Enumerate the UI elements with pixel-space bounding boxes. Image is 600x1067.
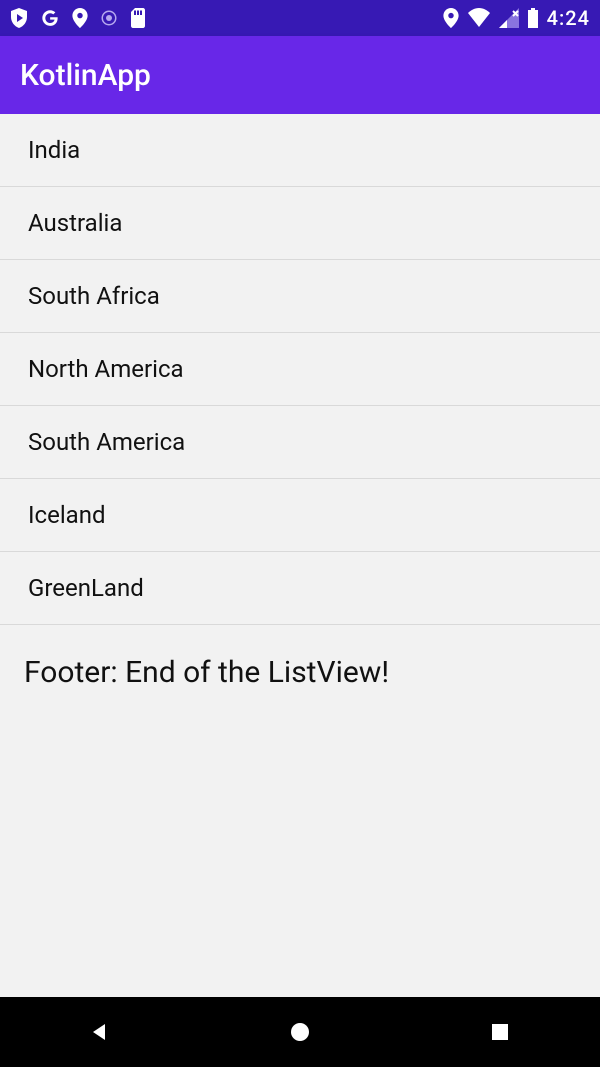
- nav-bar: [0, 997, 600, 1067]
- list-footer: Footer: End of the ListView!: [0, 625, 600, 714]
- home-circle-icon: [288, 1020, 312, 1044]
- list-item[interactable]: South Africa: [0, 260, 600, 333]
- recent-square-icon: [489, 1021, 511, 1043]
- nav-home-button[interactable]: [280, 1012, 320, 1052]
- cell-signal-icon: [499, 8, 519, 28]
- back-triangle-icon: [88, 1020, 112, 1044]
- list-item[interactable]: South America: [0, 406, 600, 479]
- status-bar-time: 4:24: [547, 6, 590, 30]
- location-pin-icon: [72, 8, 88, 28]
- list-item[interactable]: Iceland: [0, 479, 600, 552]
- status-bar: 4:24: [0, 0, 600, 36]
- circle-burst-icon: [100, 9, 118, 27]
- app-title: KotlinApp: [20, 58, 151, 93]
- status-bar-left: [10, 8, 146, 28]
- battery-icon: [527, 8, 539, 28]
- list-item[interactable]: GreenLand: [0, 552, 600, 625]
- list-item[interactable]: India: [0, 114, 600, 187]
- wifi-icon: [467, 8, 491, 28]
- nav-back-button[interactable]: [80, 1012, 120, 1052]
- shield-play-icon: [10, 8, 28, 28]
- list-view[interactable]: IndiaAustraliaSouth AfricaNorth AmericaS…: [0, 114, 600, 997]
- list-item[interactable]: Australia: [0, 187, 600, 260]
- sd-card-icon: [130, 8, 146, 28]
- location-pin-icon: [443, 8, 459, 28]
- nav-recent-button[interactable]: [480, 1012, 520, 1052]
- status-bar-right: 4:24: [443, 6, 590, 30]
- list-item[interactable]: North America: [0, 333, 600, 406]
- google-g-icon: [40, 8, 60, 28]
- app-bar: KotlinApp: [0, 36, 600, 114]
